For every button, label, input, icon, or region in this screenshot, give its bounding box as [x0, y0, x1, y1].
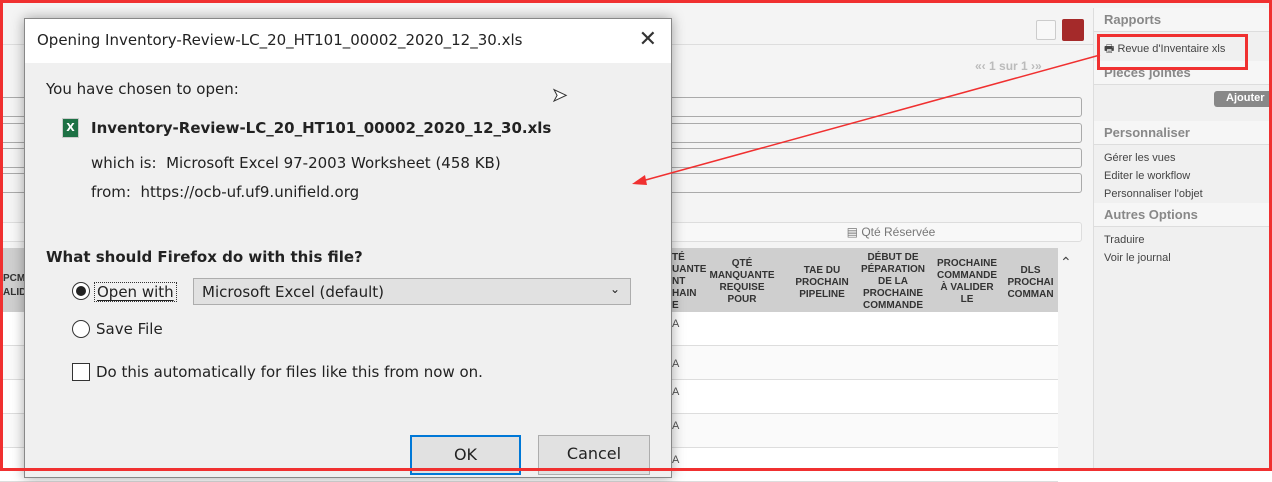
arrow-line: [641, 54, 1101, 182]
annotation-arrow: [632, 54, 1101, 185]
arrow-head: [632, 175, 647, 185]
